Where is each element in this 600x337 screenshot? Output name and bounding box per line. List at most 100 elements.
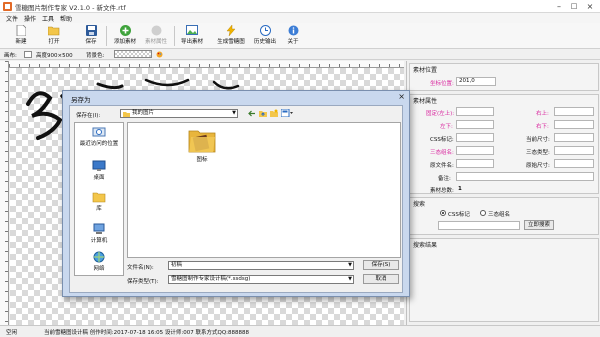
- place-library[interactable]: 库: [75, 191, 123, 212]
- computer-icon: [93, 223, 105, 234]
- file-list[interactable]: 图标: [127, 122, 401, 258]
- total-label: 素材总数:: [430, 188, 454, 194]
- right-top-input[interactable]: [554, 107, 594, 116]
- open-button[interactable]: 打开: [42, 24, 66, 48]
- generate-gif-button[interactable]: 生成雪糖图: [214, 24, 248, 48]
- export-material-button[interactable]: 导出素材: [178, 24, 206, 48]
- search-input[interactable]: [438, 221, 520, 230]
- floppy-disk-icon: [85, 25, 97, 36]
- place-recent[interactable]: 最近访问的位置: [75, 126, 123, 147]
- filetype-label: 保存类型(T):: [127, 279, 159, 285]
- save-in-label: 保存在(I):: [76, 113, 101, 119]
- place-network[interactable]: 网络: [75, 251, 123, 272]
- network-icon: [93, 251, 105, 263]
- material-props-group: 素材属性 固定(左上): 右上: 左下: 右下: CSS标记: 当前尺寸: 三态…: [409, 94, 599, 194]
- new-file-icon: [16, 25, 26, 36]
- save-in-combo[interactable]: 我的图片 ▼: [120, 109, 238, 118]
- chevron-down-icon: ▼: [348, 262, 352, 268]
- original-file-input[interactable]: [456, 159, 494, 168]
- search-results-group: 搜索结果: [409, 238, 599, 322]
- material-position-header: 素材位置: [413, 67, 438, 74]
- material-position-group: 素材位置 坐标位置: 201,0: [409, 63, 599, 91]
- vertical-ruler: [0, 61, 9, 325]
- folder-open-icon: [48, 26, 60, 36]
- bg-color-label: 背景色:: [86, 53, 105, 59]
- css-tag-input[interactable]: [456, 133, 494, 142]
- search-button[interactable]: 立即搜索: [524, 220, 554, 230]
- chevron-down-icon: ▼: [348, 276, 352, 282]
- material-props-header: 素材属性: [413, 98, 438, 105]
- view-menu-icon[interactable]: [281, 109, 293, 117]
- place-computer[interactable]: 计算机: [75, 223, 123, 244]
- new-button[interactable]: 新建: [10, 24, 32, 48]
- search-group: 搜索 CSS标记 三态组名 立即搜索: [409, 197, 599, 235]
- places-bar: 最近访问的位置 桌面 库 计算机 网络: [74, 122, 124, 276]
- menu-help[interactable]: 帮助: [60, 14, 72, 23]
- original-size-input[interactable]: [554, 159, 594, 168]
- close-button[interactable]: ×: [583, 1, 597, 12]
- back-arrow-icon[interactable]: [248, 110, 256, 117]
- minimize-button[interactable]: –: [552, 1, 566, 12]
- bg-color-swatch[interactable]: [114, 50, 152, 58]
- library-icon: [92, 192, 106, 203]
- canvas-swatch[interactable]: [24, 51, 32, 58]
- material-attr-button[interactable]: 素材属性: [142, 24, 170, 48]
- note-input[interactable]: [456, 172, 594, 181]
- menu-file[interactable]: 文件: [6, 14, 18, 23]
- status-bar: 空闲 当前雪糖图设计稿 创作时间:2017-07-18 16:05 设计师:00…: [0, 325, 600, 337]
- canvas-property-bar: 画布: 高度900×500 背景色:: [0, 49, 600, 60]
- filetype-combo[interactable]: 雪糖图制作专家设计稿(*.ssdsg) ▼: [168, 275, 354, 284]
- right-bottom-label: 右下:: [536, 124, 549, 130]
- about-button[interactable]: 关于: [284, 24, 302, 48]
- folder-icon: [188, 130, 216, 153]
- menu-tools[interactable]: 工具: [42, 14, 54, 23]
- three-state-type-label: 三态类型:: [526, 150, 550, 156]
- position-input[interactable]: 201,0: [456, 77, 496, 86]
- dialog-title: 另存为: [71, 96, 91, 104]
- search-header: 搜索: [413, 201, 426, 208]
- left-bottom-input[interactable]: [456, 120, 494, 129]
- radio-group-label: 三态组名: [488, 212, 511, 218]
- place-desktop[interactable]: 桌面: [75, 160, 123, 181]
- total-value: 1: [458, 186, 462, 192]
- history-export-button[interactable]: 历史输出: [252, 24, 278, 48]
- three-state-type-input[interactable]: [554, 146, 594, 155]
- current-size-input[interactable]: [554, 133, 594, 142]
- css-tag-label: CSS标记:: [430, 137, 454, 143]
- status-mode: 空闲: [6, 330, 18, 336]
- radio-three-state[interactable]: [480, 210, 486, 216]
- recent-places-icon: [92, 127, 106, 137]
- three-state-name-input[interactable]: [456, 146, 494, 155]
- horizontal-ruler: [9, 61, 404, 68]
- dialog-close-button[interactable]: ×: [398, 92, 405, 101]
- new-folder-icon[interactable]: [270, 109, 278, 117]
- cancel-dialog-button[interactable]: 取消: [363, 274, 399, 284]
- file-item[interactable]: 图标: [184, 127, 220, 163]
- position-label: 坐标位置:: [430, 81, 454, 87]
- radio-css-label: CSS标记: [448, 212, 470, 218]
- original-size-label: 原始尺寸:: [526, 163, 550, 169]
- attribute-icon: [151, 25, 161, 36]
- three-state-name-label: 三态组名:: [430, 150, 454, 156]
- folder-icon: [123, 112, 130, 117]
- clock-icon: [259, 25, 271, 36]
- export-image-icon: [186, 25, 198, 35]
- canvas-label: 画布:: [4, 53, 17, 59]
- filename-label: 文件名(N):: [127, 265, 154, 271]
- add-material-button[interactable]: 添加素材: [111, 24, 139, 48]
- note-label: 备注:: [438, 176, 451, 182]
- fixed-left-label: 固定(左上):: [426, 111, 455, 117]
- maximize-button[interactable]: □: [567, 1, 581, 12]
- radio-css-tag[interactable]: [440, 210, 446, 216]
- filename-combo[interactable]: 初稿 ▼: [168, 261, 354, 270]
- info-icon: [288, 25, 298, 36]
- save-dialog-button[interactable]: 保存(S): [363, 260, 399, 270]
- save-button[interactable]: 保存: [80, 24, 102, 48]
- palette-icon[interactable]: [156, 51, 163, 58]
- up-folder-icon[interactable]: [259, 109, 267, 117]
- menu-operation[interactable]: 操作: [24, 14, 36, 23]
- canvas-size: 高度900×500: [36, 53, 73, 59]
- fixed-left-input[interactable]: [456, 107, 494, 116]
- status-info: 当前雪糖图设计稿 创作时间:2017-07-18 16:05 设计师:007 联…: [44, 330, 250, 336]
- right-bottom-input[interactable]: [554, 120, 594, 129]
